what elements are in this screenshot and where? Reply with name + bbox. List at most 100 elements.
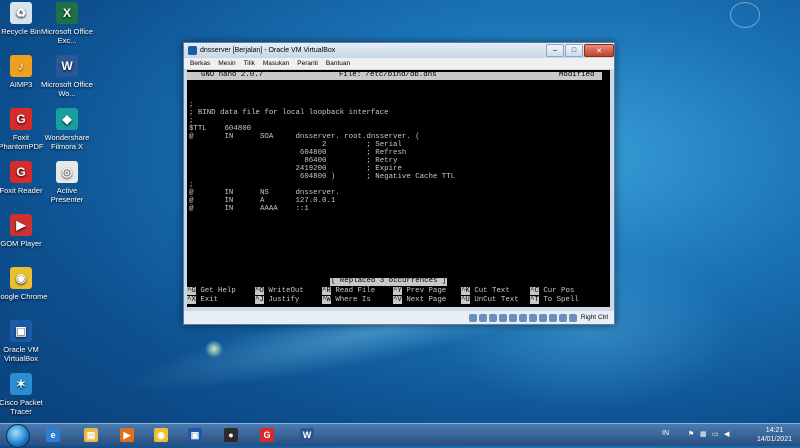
packet-tracer-icon: ✶ xyxy=(10,373,32,395)
shared-folder-icon[interactable] xyxy=(518,313,527,322)
desktop-icon-excel[interactable]: X Microsoft Office Exc... xyxy=(40,2,94,45)
aimp-icon: ♪ xyxy=(10,55,32,77)
clock-time: 14:21 xyxy=(765,427,784,434)
desktop-icon-word[interactable]: W Microsoft Office Wo... xyxy=(40,55,94,98)
nano-shortcut-key: ^O xyxy=(255,287,264,295)
taskbar-item-internet-explorer[interactable]: e xyxy=(38,426,68,444)
foxit-reader-icon: G xyxy=(10,161,32,183)
recording-icon[interactable] xyxy=(538,313,547,322)
nano-shortcut-key: ^C xyxy=(530,287,539,295)
chrome-icon: ◉ xyxy=(10,267,32,289)
foxit-icon: G xyxy=(260,428,274,442)
network-icon[interactable] xyxy=(498,313,507,322)
taskbar-item-word[interactable]: W xyxy=(292,426,322,444)
language-indicator[interactable]: IN xyxy=(662,430,669,437)
nano-shortcut-key: ^V xyxy=(393,296,402,304)
menu-tilik[interactable]: Tilik xyxy=(244,60,255,67)
nano-shortcut: ^C Cur Pos xyxy=(530,287,575,296)
excel-icon: X xyxy=(56,2,78,24)
volume-icon[interactable]: ◀ xyxy=(724,430,729,438)
nano-shortcut: ^W Where Is xyxy=(322,296,371,305)
clock-date: 14/01/2021 xyxy=(756,436,792,443)
recorder-icon: ● xyxy=(224,428,238,442)
nano-shortcut-label: Next Page xyxy=(406,296,447,304)
optical-drive-icon[interactable] xyxy=(478,313,487,322)
nano-shortcut-key: ^G xyxy=(187,287,196,295)
nano-filename: File: /etc/bind/db.dns xyxy=(339,71,437,79)
nano-shortcut: ^U UnCut Text xyxy=(461,296,519,305)
nano-version: GNU nano 2.0.7 xyxy=(201,71,264,79)
desktop-icon-filmora[interactable]: ◆ Wondershare Filmora X xyxy=(40,108,94,151)
start-button[interactable] xyxy=(6,424,30,448)
nano-shortcut-key: ^X xyxy=(187,296,196,304)
mouse-integration-icon[interactable] xyxy=(558,313,567,322)
desktop-icon-chrome[interactable]: ◉ Google Chrome xyxy=(0,267,48,301)
nano-shortcut-key: ^U xyxy=(461,296,470,304)
nano-text-line[interactable]: 604800 ) ; Negative Cache TTL xyxy=(189,173,455,182)
word-icon: W xyxy=(56,55,78,77)
window-title: dnsserver [Berjalan] - Oracle VM Virtual… xyxy=(200,47,336,54)
taskbar-item-recorder[interactable]: ● xyxy=(216,426,246,444)
close-button[interactable]: ✕ xyxy=(584,44,614,57)
word-icon: W xyxy=(300,428,314,442)
nano-status-message: [ Replaced 3 occurrences ] xyxy=(330,277,448,286)
nano-shortcut: ^J Justify xyxy=(255,296,299,305)
nano-shortcut-label: To Spell xyxy=(543,296,579,304)
cpu-icon[interactable] xyxy=(548,313,557,322)
vm-statusbar: Right Ctrl xyxy=(184,311,614,324)
nano-shortcut: ^T To Spell xyxy=(530,296,579,305)
nano-shortcut: ^R Read File xyxy=(322,287,375,296)
foxit-icon: G xyxy=(10,108,32,130)
vm-screen[interactable]: GNU nano 2.0.7 File: /etc/bind/db.dns Mo… xyxy=(187,70,610,307)
network-tray-icon[interactable]: ▦ xyxy=(700,430,707,438)
nano-shortcut: ^Y Prev Page xyxy=(393,287,447,296)
battery-icon[interactable]: ▭ xyxy=(712,430,719,438)
menu-masukan[interactable]: Masukan xyxy=(263,60,289,67)
taskbar-item-virtualbox[interactable]: ▣ xyxy=(180,426,210,444)
desktop-icon-active-presenter[interactable]: ◎ Active Presenter xyxy=(40,161,94,204)
nano-shortcut-key: ^K xyxy=(461,287,470,295)
virtualbox-icon xyxy=(188,46,197,55)
internet-explorer-icon: e xyxy=(46,428,60,442)
usb-icon[interactable] xyxy=(508,313,517,322)
menu-mesin[interactable]: Mesin xyxy=(218,60,235,67)
audio-icon[interactable] xyxy=(488,313,497,322)
display-icon[interactable] xyxy=(528,313,537,322)
nano-shortcut-label: Prev Page xyxy=(406,287,447,295)
menu-bar: Berkas Mesin Tilik Masukan Peranti Bantu… xyxy=(184,58,614,69)
nano-shortcut-key: ^Y xyxy=(393,287,402,295)
nano-header: GNU nano 2.0.7 File: /etc/bind/db.dns Mo… xyxy=(187,71,602,80)
hard-disk-icon[interactable] xyxy=(468,313,477,322)
taskbar-item-media-player[interactable]: ▶ xyxy=(112,426,142,444)
nano-modified-flag: Modified xyxy=(559,71,595,79)
nano-shortcut-label: WriteOut xyxy=(268,287,304,295)
media-player-icon: ▶ xyxy=(120,428,134,442)
desktop-icon-virtualbox[interactable]: ▣ Oracle VM VirtualBox xyxy=(0,320,48,363)
taskbar-item-chrome[interactable]: ◉ xyxy=(146,426,176,444)
nano-shortcut-label: Cur Pos xyxy=(543,287,575,295)
nano-text-line[interactable]: @ IN AAAA ::1 xyxy=(189,205,309,214)
virtualbox-window[interactable]: dnsserver [Berjalan] - Oracle VM Virtual… xyxy=(183,42,615,325)
keyboard-icon[interactable] xyxy=(568,313,577,322)
menu-berkas[interactable]: Berkas xyxy=(190,60,210,67)
nano-shortcut-key: ^R xyxy=(322,287,331,295)
nano-text-line[interactable]: ; BIND data file for local loopback inte… xyxy=(189,109,389,118)
taskbar-item-foxit[interactable]: G xyxy=(252,426,282,444)
file-explorer-icon: ▤ xyxy=(84,428,98,442)
maximize-button[interactable]: □ xyxy=(565,44,583,57)
minimize-button[interactable]: – xyxy=(546,44,564,57)
desktop-icon-label: GOM Player xyxy=(0,239,42,248)
wallpaper-flare xyxy=(205,340,223,358)
menu-peranti[interactable]: Peranti xyxy=(297,60,318,67)
nano-shortcut-label: UnCut Text xyxy=(474,296,519,304)
taskbar: e ▤ ▶ ◉ ▣ ● G W IN ⚑ ▦ ▭ ◀ 14:21 14/01/2021 xyxy=(0,423,800,448)
nano-shortcut-key: ^T xyxy=(530,296,539,304)
window-titlebar[interactable]: dnsserver [Berjalan] - Oracle VM Virtual… xyxy=(184,43,614,58)
flag-icon[interactable]: ⚑ xyxy=(688,430,694,438)
desktop-icon-gom-player[interactable]: ▶ GOM Player xyxy=(0,214,48,248)
nano-shortcut-label: Cut Text xyxy=(474,287,510,295)
desktop-icon-packet-tracer[interactable]: ✶ Cisco Packet Tracer xyxy=(0,373,48,416)
menu-bantuan[interactable]: Bantuan xyxy=(326,60,350,67)
clock[interactable]: 14:21 14/01/2021 xyxy=(757,426,792,444)
taskbar-item-file-explorer[interactable]: ▤ xyxy=(76,426,106,444)
